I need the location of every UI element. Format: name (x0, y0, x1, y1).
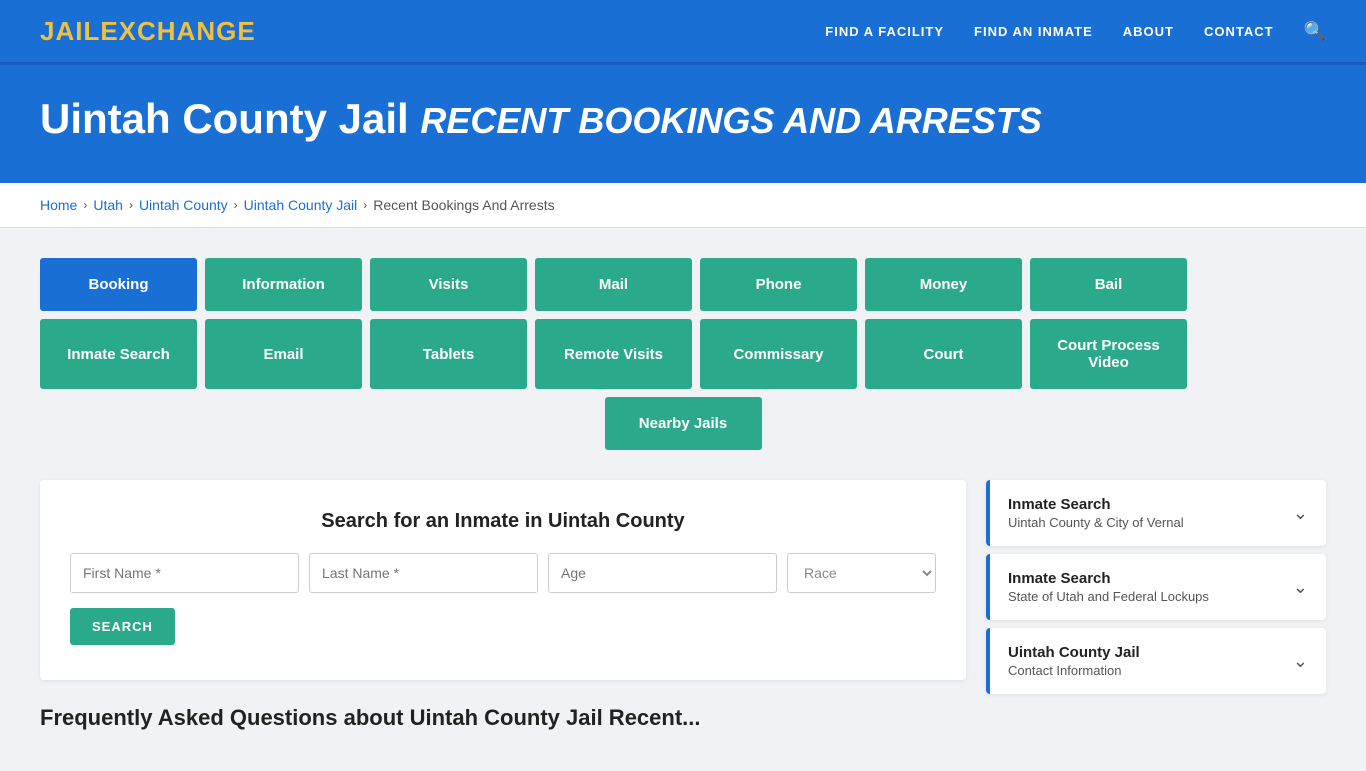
content-columns: Search for an Inmate in Uintah County Ra… (40, 480, 1326, 741)
sidebar-card-1-text: Inmate Search Uintah County & City of Ve… (1008, 496, 1184, 530)
btn-money[interactable]: Money (865, 258, 1022, 311)
breadcrumb-chevron-1: › (83, 198, 87, 212)
sidebar-card-1-title: Inmate Search (1008, 496, 1184, 513)
btn-visits[interactable]: Visits (370, 258, 527, 311)
age-input[interactable] (548, 553, 777, 593)
breadcrumb-jail[interactable]: Uintah County Jail (244, 197, 358, 213)
grid-row-2: Inmate Search Email Tablets Remote Visit… (40, 319, 1326, 389)
breadcrumb-current: Recent Bookings And Arrests (373, 197, 554, 213)
btn-tablets[interactable]: Tablets (370, 319, 527, 389)
btn-court[interactable]: Court (865, 319, 1022, 389)
breadcrumb-utah[interactable]: Utah (93, 197, 123, 213)
btn-commissary[interactable]: Commissary (700, 319, 857, 389)
sidebar-card-1-subtitle: Uintah County & City of Vernal (1008, 515, 1184, 530)
nav-about[interactable]: ABOUT (1123, 24, 1174, 39)
nav-find-inmate[interactable]: FIND AN INMATE (974, 24, 1093, 39)
btn-remote-visits[interactable]: Remote Visits (535, 319, 692, 389)
sidebar-card-3-text: Uintah County Jail Contact Information (1008, 644, 1140, 678)
chevron-down-icon-2: ⌄ (1293, 577, 1308, 598)
sidebar-card-2-text: Inmate Search State of Utah and Federal … (1008, 570, 1209, 604)
breadcrumb-home[interactable]: Home (40, 197, 77, 213)
navigation-grid: Booking Information Visits Mail Phone Mo… (40, 258, 1326, 450)
search-icon[interactable]: 🔍 (1304, 21, 1326, 42)
logo-exchange: EXCHANGE (100, 16, 255, 46)
btn-information[interactable]: Information (205, 258, 362, 311)
logo-jail: JAIL (40, 16, 100, 46)
chevron-down-icon: ⌄ (1293, 503, 1308, 524)
btn-booking[interactable]: Booking (40, 258, 197, 311)
sidebar-card-3-header[interactable]: Uintah County Jail Contact Information ⌄ (986, 628, 1326, 694)
btn-bail[interactable]: Bail (1030, 258, 1187, 311)
search-button[interactable]: SEARCH (70, 608, 175, 645)
breadcrumb-chevron-3: › (234, 198, 238, 212)
first-name-input[interactable] (70, 553, 299, 593)
btn-nearby-jails[interactable]: Nearby Jails (605, 397, 762, 450)
grid-row-3: Nearby Jails (40, 397, 1326, 450)
faq-section-title: Frequently Asked Questions about Uintah … (40, 680, 966, 741)
breadcrumb-chevron-2: › (129, 198, 133, 212)
logo[interactable]: JAILEXCHANGE (40, 16, 256, 47)
sidebar-card-3-title: Uintah County Jail (1008, 644, 1140, 661)
sidebar-card-2-header[interactable]: Inmate Search State of Utah and Federal … (986, 554, 1326, 620)
btn-court-process-video[interactable]: Court Process Video (1030, 319, 1187, 389)
race-select[interactable]: Race White Black Hispanic Asian Native A… (787, 553, 936, 593)
sidebar-card-2: Inmate Search State of Utah and Federal … (986, 554, 1326, 620)
left-column: Search for an Inmate in Uintah County Ra… (40, 480, 966, 741)
sidebar-card-1: Inmate Search Uintah County & City of Ve… (986, 480, 1326, 546)
header: JAILEXCHANGE FIND A FACILITY FIND AN INM… (0, 0, 1366, 65)
breadcrumb: Home › Utah › Uintah County › Uintah Cou… (40, 197, 1326, 213)
page-title: Uintah County Jail RECENT BOOKINGS AND A… (40, 95, 1326, 143)
search-fields: Race White Black Hispanic Asian Native A… (70, 553, 936, 593)
btn-email[interactable]: Email (205, 319, 362, 389)
inmate-search-box: Search for an Inmate in Uintah County Ra… (40, 480, 966, 680)
sidebar-card-1-header[interactable]: Inmate Search Uintah County & City of Ve… (986, 480, 1326, 546)
right-sidebar: Inmate Search Uintah County & City of Ve… (986, 480, 1326, 741)
breadcrumb-chevron-4: › (363, 198, 367, 212)
hero-section: Uintah County Jail RECENT BOOKINGS AND A… (0, 65, 1366, 183)
breadcrumb-bar: Home › Utah › Uintah County › Uintah Cou… (0, 183, 1366, 228)
sidebar-card-3: Uintah County Jail Contact Information ⌄ (986, 628, 1326, 694)
chevron-down-icon-3: ⌄ (1293, 651, 1308, 672)
last-name-input[interactable] (309, 553, 538, 593)
btn-mail[interactable]: Mail (535, 258, 692, 311)
grid-row-1: Booking Information Visits Mail Phone Mo… (40, 258, 1326, 311)
sidebar-card-2-subtitle: State of Utah and Federal Lockups (1008, 589, 1209, 604)
sidebar-card-2-title: Inmate Search (1008, 570, 1209, 587)
sidebar-card-3-subtitle: Contact Information (1008, 663, 1140, 678)
main-content: Booking Information Visits Mail Phone Mo… (0, 228, 1366, 771)
breadcrumb-county[interactable]: Uintah County (139, 197, 228, 213)
btn-phone[interactable]: Phone (700, 258, 857, 311)
btn-inmate-search[interactable]: Inmate Search (40, 319, 197, 389)
search-title: Search for an Inmate in Uintah County (70, 510, 936, 533)
nav-contact[interactable]: CONTACT (1204, 24, 1274, 39)
main-nav: FIND A FACILITY FIND AN INMATE ABOUT CON… (825, 21, 1326, 42)
nav-find-facility[interactable]: FIND A FACILITY (825, 24, 944, 39)
